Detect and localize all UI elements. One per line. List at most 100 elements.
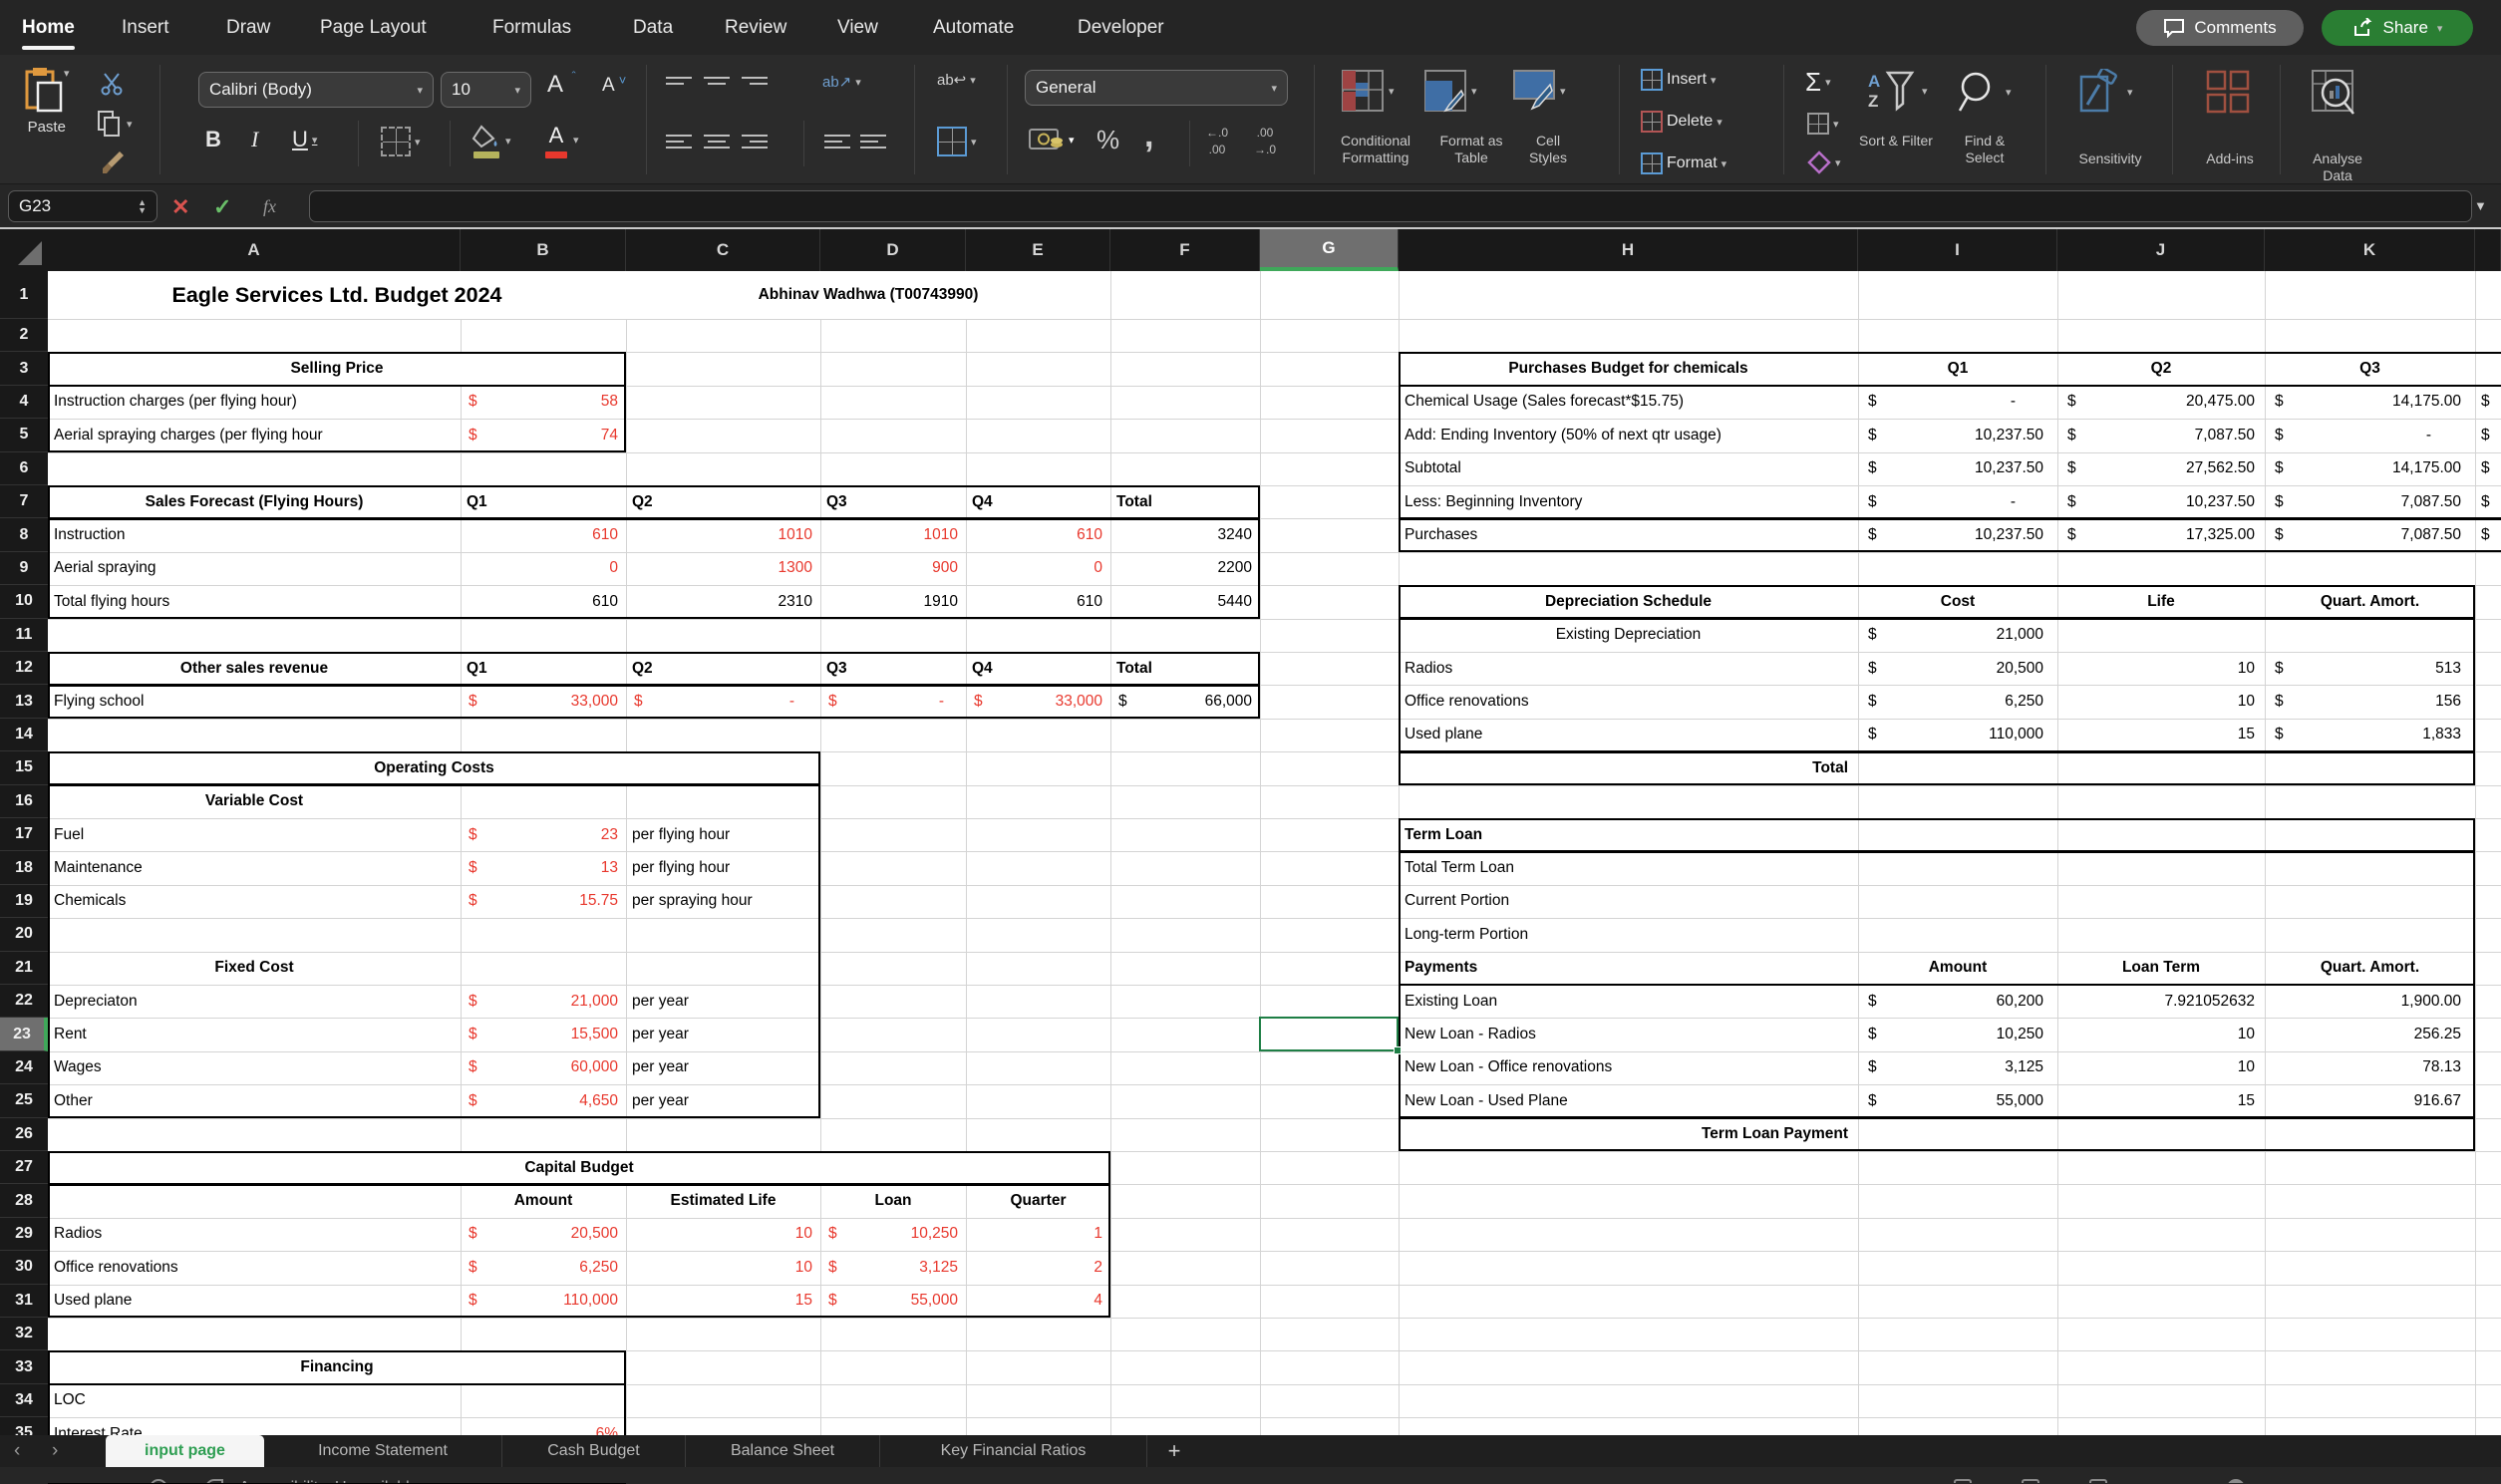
cell-H21[interactable]: Payments — [1399, 952, 1858, 985]
cell-H11[interactable]: Existing Depreciation — [1399, 619, 1858, 652]
column-header-B[interactable]: B — [461, 229, 626, 271]
cell-K13[interactable]: $156 — [2265, 685, 2475, 718]
sensitivity-button[interactable]: ▾ — [2079, 69, 2133, 115]
cell-D10[interactable]: 1910 — [820, 585, 966, 618]
menu-page-layout[interactable]: Page Layout — [320, 0, 427, 55]
cell-B19[interactable]: $15.75 — [461, 885, 626, 918]
cell-C22[interactable]: per year — [626, 985, 820, 1018]
accessibility-status[interactable]: Accessibility: Unavailable — [239, 1479, 419, 1483]
cell-B28[interactable]: Amount — [461, 1184, 626, 1217]
cell-C13[interactable]: $- — [626, 685, 820, 718]
add-sheet-button[interactable]: + — [1156, 1435, 1192, 1467]
cell-B25[interactable]: $4,650 — [461, 1084, 626, 1117]
cell-A19[interactable]: Chemicals — [48, 885, 461, 918]
column-header-C[interactable]: C — [626, 229, 820, 271]
cell-A3[interactable]: Selling Price — [48, 352, 626, 385]
row-header-4[interactable]: 4 — [0, 386, 48, 419]
cell-H15[interactable]: Total — [1399, 751, 1858, 784]
cell-C9[interactable]: 1300 — [626, 552, 820, 585]
select-all-corner[interactable] — [0, 229, 48, 271]
cell-H22[interactable]: Existing Loan — [1399, 985, 1858, 1018]
confirm-button[interactable]: ✓ — [213, 194, 231, 220]
cell-E28[interactable]: Quarter — [966, 1184, 1110, 1217]
cell-F10[interactable]: 5440 — [1110, 585, 1260, 618]
row-header-8[interactable]: 8 — [0, 518, 48, 551]
row-header-26[interactable]: 26 — [0, 1118, 48, 1151]
fill-button[interactable]: ▾ — [1807, 113, 1839, 135]
tab-balance-sheet[interactable]: Balance Sheet — [686, 1435, 880, 1467]
cell-H14[interactable]: Used plane — [1399, 719, 1858, 751]
find-select-button[interactable]: ▾ — [1956, 69, 2012, 115]
cell-F7[interactable]: Total — [1110, 485, 1260, 518]
cell-E30[interactable]: 2 — [966, 1251, 1110, 1284]
cell-K12[interactable]: $513 — [2265, 652, 2475, 685]
column-header-L[interactable] — [2475, 229, 2501, 271]
cell-I22[interactable]: $60,200 — [1858, 985, 2057, 1018]
wrap-text-button[interactable]: ab↩ ▾ — [937, 71, 976, 89]
format-painter-button[interactable] — [100, 149, 126, 175]
delete-cells-button[interactable]: Delete ▾ — [1641, 111, 1722, 133]
cell-H7[interactable]: Less: Beginning Inventory — [1399, 485, 1858, 518]
cell-L8[interactable]: $ — [2475, 518, 2501, 551]
vertical-align-buttons[interactable] — [666, 73, 768, 89]
prev-sheet-button[interactable]: ‹ — [14, 1435, 20, 1467]
cell-B30[interactable]: $6,250 — [461, 1251, 626, 1284]
name-box[interactable]: G23 ▲▼ — [8, 190, 157, 222]
cell-C28[interactable]: Estimated Life — [626, 1184, 820, 1217]
cell-E7[interactable]: Q4 — [966, 485, 1110, 518]
increase-decimal-button[interactable]: ←.0.00 — [1206, 127, 1228, 156]
cell-A22[interactable]: Depreciaton — [48, 985, 461, 1018]
conditional-formatting-button[interactable]: ▾ — [1341, 69, 1395, 113]
row-header-16[interactable]: 16 — [0, 785, 48, 818]
normal-view-icon[interactable] — [1954, 1479, 1972, 1483]
tab-key-financial-ratios[interactable]: Key Financial Ratios — [880, 1435, 1147, 1467]
cell-K3[interactable]: Q3 — [2265, 352, 2475, 385]
font-size-select[interactable]: 10 ▾ — [441, 72, 531, 108]
cell-C19[interactable]: per spraying hour — [626, 885, 820, 918]
cell-I25[interactable]: $55,000 — [1858, 1084, 2057, 1117]
cell-J13[interactable]: 10 — [2057, 685, 2265, 718]
cell-C29[interactable]: 10 — [626, 1218, 820, 1251]
row-header-27[interactable]: 27 — [0, 1151, 48, 1184]
cell-B8[interactable]: 610 — [461, 518, 626, 551]
row-header-29[interactable]: 29 — [0, 1218, 48, 1251]
cell-F12[interactable]: Total — [1110, 652, 1260, 685]
cell-B9[interactable]: 0 — [461, 552, 626, 585]
cell-K6[interactable]: $14,175.00 — [2265, 452, 2475, 485]
cell-D8[interactable]: 1010 — [820, 518, 966, 551]
cell-B18[interactable]: $13 — [461, 851, 626, 884]
column-header-E[interactable]: E — [966, 229, 1110, 271]
formula-input[interactable] — [309, 190, 2472, 222]
copy-button[interactable]: ▾ — [97, 110, 133, 138]
bold-button[interactable]: B — [205, 127, 221, 152]
cell-D13[interactable]: $- — [820, 685, 966, 718]
cell-D28[interactable]: Loan — [820, 1184, 966, 1217]
cell-I3[interactable]: Q1 — [1858, 352, 2057, 385]
column-header-G[interactable]: G — [1260, 229, 1399, 271]
cell-A24[interactable]: Wages — [48, 1051, 461, 1084]
cell-J23[interactable]: 10 — [2057, 1018, 2265, 1050]
row-header-28[interactable]: 28 — [0, 1184, 48, 1217]
row-header-34[interactable]: 34 — [0, 1384, 48, 1417]
cell-B29[interactable]: $20,500 — [461, 1218, 626, 1251]
cell-A7[interactable]: Sales Forecast (Flying Hours) — [48, 485, 461, 518]
cell-H6[interactable]: Subtotal — [1399, 452, 1858, 485]
row-header-31[interactable]: 31 — [0, 1285, 48, 1318]
comments-button[interactable]: Comments — [2136, 10, 2304, 46]
cell-C31[interactable]: 15 — [626, 1285, 820, 1318]
row-header-33[interactable]: 33 — [0, 1350, 48, 1383]
cell-H13[interactable]: Office renovations — [1399, 685, 1858, 718]
cell-K7[interactable]: $7,087.50 — [2265, 485, 2475, 518]
cell-A30[interactable]: Office renovations — [48, 1251, 461, 1284]
cell-C8[interactable]: 1010 — [626, 518, 820, 551]
cell-I24[interactable]: $3,125 — [1858, 1051, 2057, 1084]
cell-D9[interactable]: 900 — [820, 552, 966, 585]
cell-I23[interactable]: $10,250 — [1858, 1018, 2057, 1050]
cell-J8[interactable]: $17,325.00 — [2057, 518, 2265, 551]
cut-button[interactable] — [100, 71, 126, 97]
row-header-20[interactable]: 20 — [0, 918, 48, 951]
cell-L7[interactable]: $ — [2475, 485, 2501, 518]
row-header-30[interactable]: 30 — [0, 1251, 48, 1284]
menu-draw[interactable]: Draw — [226, 0, 270, 55]
cell-A17[interactable]: Fuel — [48, 818, 461, 851]
